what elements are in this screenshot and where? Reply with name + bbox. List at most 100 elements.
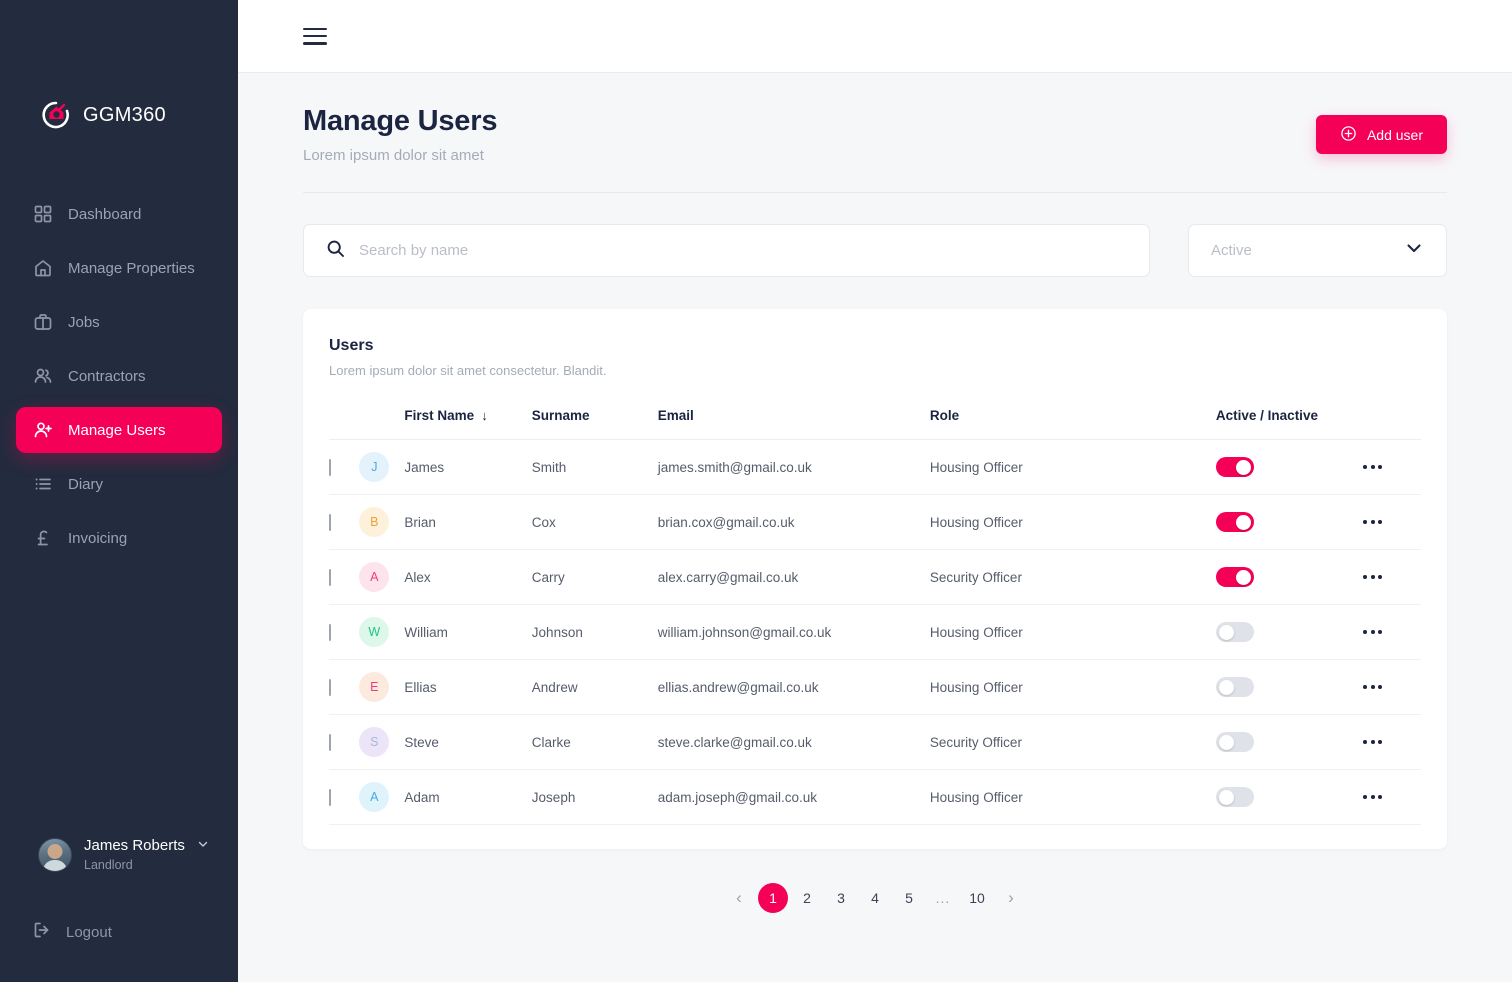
row-checkbox-cell (329, 659, 360, 715)
row-checkbox[interactable] (329, 788, 331, 806)
cell-actions (1363, 659, 1421, 715)
th-email[interactable]: Email (657, 400, 930, 440)
row-avatar-cell: A (359, 769, 405, 825)
ellipsis-icon[interactable] (1363, 795, 1421, 799)
profile-menu[interactable]: James Roberts Landlord (0, 836, 238, 874)
table-row: J James Smith james.smith@gmail.co.uk Housin… (329, 439, 1421, 495)
pagination-page-3[interactable]: 3 (826, 883, 856, 913)
page-title: Manage Users (303, 105, 498, 137)
cell-actions (1363, 439, 1421, 495)
avatar: E (359, 672, 390, 702)
row-checkbox[interactable] (329, 623, 331, 641)
profile-text: James Roberts Landlord (84, 836, 209, 874)
cell-role: Housing Officer (929, 659, 1216, 715)
active-toggle[interactable] (1215, 787, 1254, 807)
cell-first-name: Ellias (404, 659, 532, 715)
row-avatar-cell: B (359, 494, 405, 550)
avatar: B (359, 507, 390, 537)
th-role[interactable]: Role (929, 400, 1216, 440)
th-first-name-label: First Name (404, 408, 475, 423)
sidebar-item-manage-users[interactable]: Manage Users (16, 407, 222, 453)
ellipsis-icon[interactable] (1363, 520, 1421, 524)
row-checkbox-cell (329, 604, 360, 660)
ellipsis-icon[interactable] (1363, 685, 1421, 689)
hamburger-icon[interactable] (303, 27, 327, 45)
users-table-body: J James Smith james.smith@gmail.co.uk Housin… (329, 439, 1421, 825)
sidebar-item-dashboard[interactable]: Dashboard (16, 191, 222, 237)
cell-surname: Carry (531, 549, 658, 605)
table-row: A Adam Joseph adam.joseph@gmail.co.uk Housin… (329, 769, 1421, 825)
active-toggle[interactable] (1215, 677, 1254, 697)
search-box[interactable] (303, 224, 1150, 277)
ellipsis-icon[interactable] (1363, 575, 1421, 579)
chevron-right-icon[interactable]: › (996, 883, 1026, 913)
cell-email: brian.cox@gmail.co.uk (657, 494, 930, 550)
table-header-row: First Name ↓ Surname Email Role Active / … (329, 400, 1421, 440)
active-toggle[interactable] (1215, 567, 1254, 587)
pagination-page-1[interactable]: 1 (758, 883, 788, 913)
profile-role: Landlord (84, 858, 133, 873)
add-user-button[interactable]: Add user (1315, 115, 1447, 154)
logout-button[interactable]: Logout (16, 910, 222, 954)
page-header: Manage Users Lorem ipsum dolor sit amet … (303, 73, 1447, 164)
cell-email: ellias.andrew@gmail.co.uk (657, 659, 930, 715)
row-checkbox[interactable] (329, 733, 331, 751)
search-icon (326, 239, 345, 263)
cell-role: Housing Officer (929, 439, 1216, 495)
brand: GGM360 (0, 85, 238, 145)
th-first-name[interactable]: First Name ↓ (404, 400, 532, 440)
cell-actions (1363, 494, 1421, 550)
table-row: A Alex Carry alex.carry@gmail.co.uk Security… (329, 549, 1421, 605)
sidebar-item-contractors[interactable]: Contractors (16, 353, 222, 399)
arrow-down-icon: ↓ (481, 408, 488, 423)
row-avatar-cell: W (359, 604, 405, 660)
filters-row: Active (303, 224, 1447, 277)
row-avatar-cell: S (359, 714, 405, 770)
sidebar-item-diary[interactable]: Diary (16, 461, 222, 507)
cell-active-toggle (1215, 549, 1364, 605)
pagination-page-5[interactable]: 5 (894, 883, 924, 913)
active-toggle[interactable] (1215, 512, 1254, 532)
pagination-page-10[interactable]: 10 (962, 883, 992, 913)
sidebar-item-invoicing[interactable]: Invoicing (16, 515, 222, 561)
cell-email: alex.carry@gmail.co.uk (657, 549, 930, 605)
pagination-page-2[interactable]: 2 (792, 883, 822, 913)
avatar: W (359, 617, 390, 647)
ellipsis-icon[interactable] (1363, 740, 1421, 744)
cell-first-name: Brian (404, 494, 532, 550)
row-checkbox[interactable] (329, 678, 331, 696)
th-surname[interactable]: Surname (531, 400, 658, 440)
search-input[interactable] (359, 242, 1127, 259)
th-avatar (359, 400, 405, 440)
active-toggle[interactable] (1215, 622, 1254, 642)
active-toggle[interactable] (1215, 732, 1254, 752)
cell-role: Housing Officer (929, 494, 1216, 550)
sidebar-item-manage-properties[interactable]: Manage Properties (16, 245, 222, 291)
row-checkbox[interactable] (329, 568, 331, 586)
th-actions (1363, 400, 1421, 440)
cell-actions (1363, 714, 1421, 770)
status-filter-select[interactable]: Active (1188, 224, 1447, 277)
sidebar-item-jobs[interactable]: Jobs (16, 299, 222, 345)
sidebar-item-label: Dashboard (68, 205, 142, 223)
row-checkbox[interactable] (329, 513, 331, 531)
avatar: A (359, 782, 390, 812)
page-header-text: Manage Users Lorem ipsum dolor sit amet (303, 105, 497, 164)
row-checkbox-cell (329, 494, 360, 550)
ellipsis-icon[interactable] (1363, 630, 1421, 634)
cell-surname: Smith (531, 439, 658, 495)
pagination-page-4[interactable]: 4 (860, 883, 890, 913)
sidebar-item-label: Invoicing (68, 529, 128, 547)
main-area: Manage Users Lorem ipsum dolor sit amet … (238, 0, 1512, 982)
header-divider (303, 192, 1447, 193)
active-toggle[interactable] (1215, 457, 1254, 477)
row-checkbox[interactable] (329, 458, 331, 476)
ellipsis-icon[interactable] (1363, 465, 1421, 469)
sidebar-bottom: James Roberts Landlord Logout (0, 836, 238, 982)
chevron-left-icon[interactable]: ‹ (724, 883, 754, 913)
cell-first-name: Adam (404, 769, 532, 825)
cell-email: william.johnson@gmail.co.uk (657, 604, 930, 660)
ggm-circle-house-logo-icon (40, 99, 72, 131)
grid-icon (32, 203, 54, 225)
logout-icon (32, 920, 52, 944)
